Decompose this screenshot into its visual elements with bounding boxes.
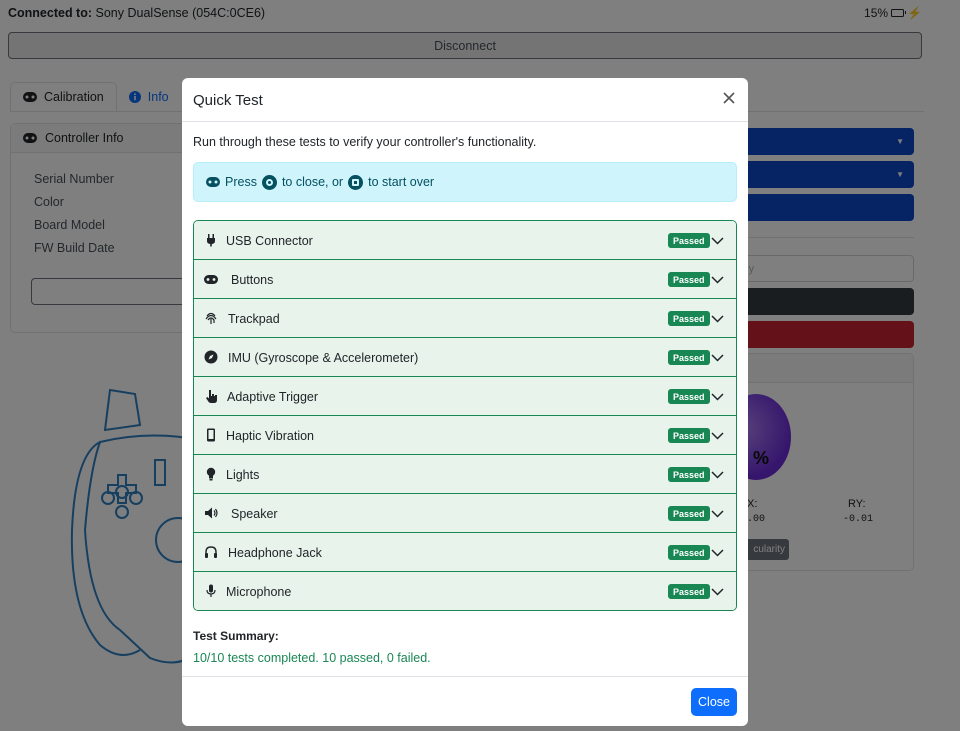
chevron-down-icon: [711, 510, 724, 518]
test-item-trackpad[interactable]: Trackpad Passed: [194, 299, 736, 338]
test-label: Haptic Vibration: [226, 429, 315, 443]
hand-pointer-icon: [206, 390, 217, 403]
chevron-down-icon: [711, 276, 724, 284]
chevron-down-icon: [711, 471, 724, 479]
square-button-icon: [348, 174, 364, 190]
modal-header: Quick Test: [182, 78, 748, 122]
plug-icon: [207, 234, 215, 247]
status-badge: Passed: [668, 506, 710, 521]
chevron-down-icon: [711, 393, 724, 401]
fingerprint-icon: [205, 312, 217, 324]
quick-test-modal: Quick Test Run through these tests to ve…: [182, 78, 748, 726]
phone-icon: [207, 428, 215, 442]
chevron-down-icon: [711, 237, 724, 245]
status-badge: Passed: [668, 584, 710, 599]
test-item-buttons[interactable]: Buttons Passed: [194, 260, 736, 299]
test-label: Speaker: [231, 507, 278, 521]
close-button[interactable]: Close: [691, 688, 737, 716]
test-label: Adaptive Trigger: [227, 390, 319, 404]
test-item-imu[interactable]: IMU (Gyroscope & Accelerometer) Passed: [194, 338, 736, 377]
status-badge: Passed: [668, 233, 710, 248]
modal-title: Quick Test: [193, 92, 263, 109]
test-summary-text: 10/10 tests completed. 10 passed, 0 fail…: [193, 651, 431, 665]
test-label: Lights: [226, 468, 260, 482]
status-badge: Passed: [668, 311, 710, 326]
headphones-icon: [205, 546, 217, 558]
status-badge: Passed: [668, 467, 710, 482]
status-badge: Passed: [668, 428, 710, 443]
test-accordion: USB Connector Passed Buttons Passed Trac…: [193, 220, 737, 611]
microphone-icon: [206, 584, 216, 597]
test-item-adaptive-trigger[interactable]: Adaptive Trigger Passed: [194, 377, 736, 416]
test-item-speaker[interactable]: Speaker Passed: [194, 494, 736, 533]
close-icon[interactable]: [720, 89, 738, 107]
modal-footer-divider: [182, 676, 748, 677]
test-label: Headphone Jack: [228, 546, 322, 560]
gamepad-icon: [204, 275, 218, 284]
status-badge: Passed: [668, 545, 710, 560]
chevron-down-icon: [711, 354, 724, 362]
test-label: Trackpad: [228, 312, 280, 326]
status-badge: Passed: [668, 272, 710, 287]
alert-end-text: to start over: [368, 175, 435, 189]
test-item-haptic-vibration[interactable]: Haptic Vibration Passed: [194, 416, 736, 455]
chevron-down-icon: [711, 315, 724, 323]
speaker-icon: [205, 507, 218, 519]
test-label: Microphone: [226, 585, 292, 599]
test-item-microphone[interactable]: Microphone Passed: [194, 572, 736, 610]
test-summary-title: Test Summary:: [193, 629, 279, 643]
test-label: USB Connector: [226, 234, 313, 248]
modal-intro-text: Run through these tests to verify your c…: [193, 135, 537, 149]
test-label: IMU (Gyroscope & Accelerometer): [228, 351, 419, 365]
instructions-alert: Press to close, or to start over: [193, 162, 737, 202]
chevron-down-icon: [711, 588, 724, 596]
test-label: Buttons: [231, 273, 274, 287]
status-badge: Passed: [668, 350, 710, 365]
circle-button-icon: [261, 174, 277, 190]
test-item-usb-connector[interactable]: USB Connector Passed: [194, 221, 736, 260]
test-item-lights[interactable]: Lights Passed: [194, 455, 736, 494]
alert-mid-text: to close, or: [281, 175, 344, 189]
test-item-headphone-jack[interactable]: Headphone Jack Passed: [194, 533, 736, 572]
gamepad-icon: [206, 177, 220, 187]
chevron-down-icon: [711, 432, 724, 440]
lightbulb-icon: [206, 467, 216, 481]
compass-icon: [204, 350, 218, 364]
status-badge: Passed: [668, 389, 710, 404]
chevron-down-icon: [711, 549, 724, 557]
alert-press-text: Press: [225, 175, 257, 189]
